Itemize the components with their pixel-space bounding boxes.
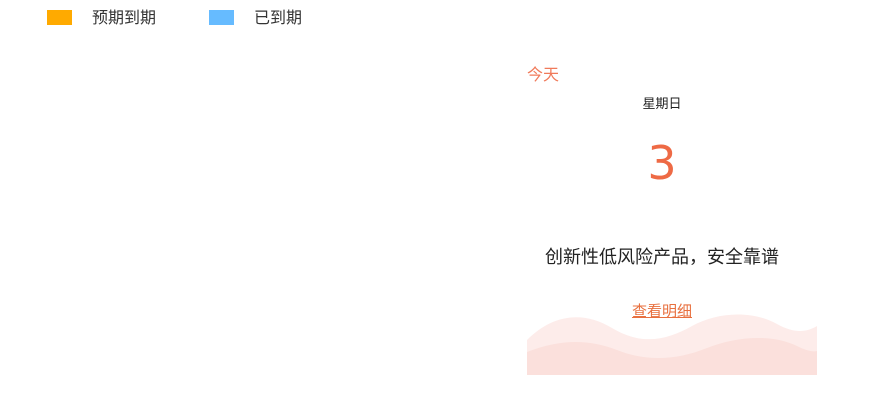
legend-swatch-already-due [209, 10, 234, 25]
legend-label-expected-due: 预期到期 [92, 8, 157, 27]
view-details-link[interactable]: 查看明细 [527, 300, 797, 322]
day-number: 3 [647, 136, 677, 190]
legend-swatch-expected-due [47, 10, 72, 25]
legend-label-already-due: 已到期 [254, 8, 303, 27]
today-panel: 今天 星期日 3 创新性低风险产品，安全靠谱 查看明细 [527, 60, 817, 375]
slogan-text: 创新性低风险产品，安全靠谱 [545, 247, 779, 268]
weekday-label: 星期日 [642, 97, 682, 112]
today-label: 今天 [527, 65, 560, 84]
